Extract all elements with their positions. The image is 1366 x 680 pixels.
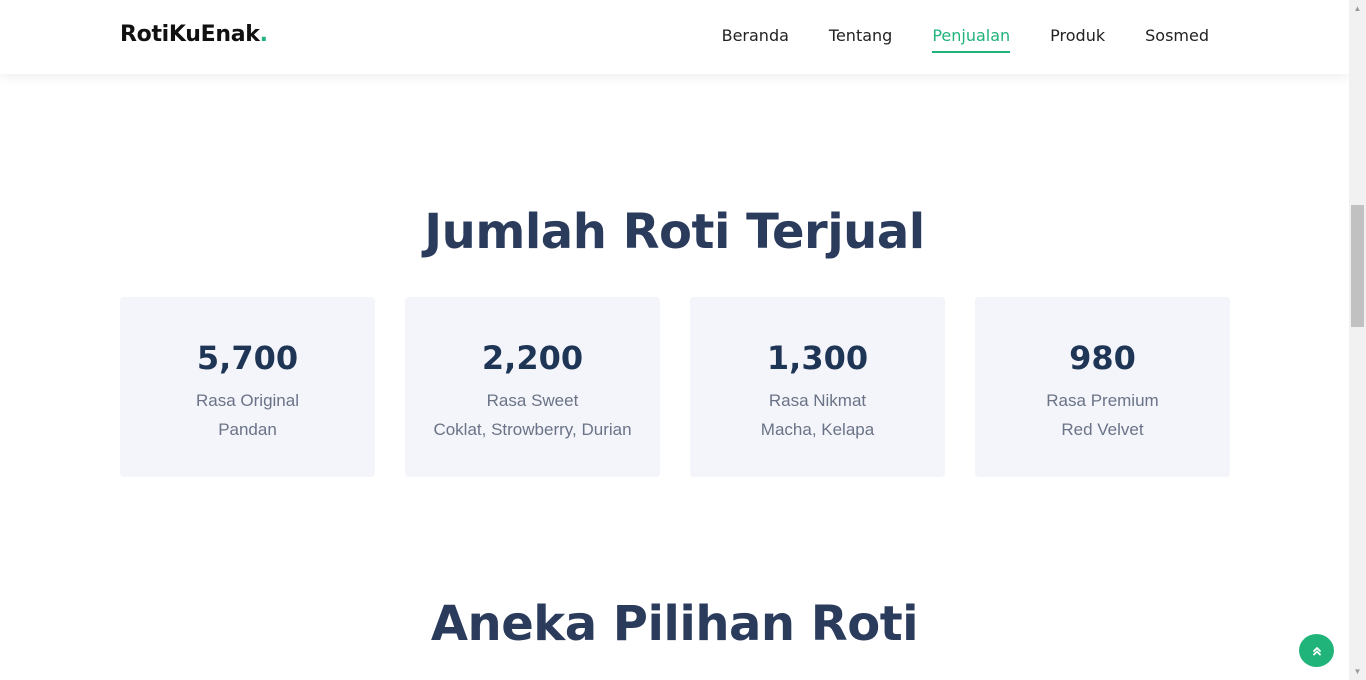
- main-nav: Beranda Tentang Penjualan Produk Sosmed: [722, 0, 1209, 74]
- sales-card: 1,300 Rasa Nikmat Macha, Kelapa: [690, 297, 945, 477]
- products-section-title: Aneka Pilihan Roti: [430, 596, 919, 652]
- nav-item-produk[interactable]: Produk: [1050, 22, 1105, 53]
- nav-item-sosmed[interactable]: Sosmed: [1145, 22, 1209, 53]
- sales-cards: 5,700 Rasa Original Pandan 2,200 Rasa Sw…: [120, 297, 1230, 477]
- double-chevron-up-icon: [1312, 646, 1321, 655]
- scroll-up-arrow-icon[interactable]: ▲: [1349, 0, 1366, 17]
- vertical-scrollbar[interactable]: ▲ ▼: [1349, 0, 1366, 680]
- nav-item-tentang[interactable]: Tentang: [829, 22, 892, 53]
- scroll-thumb[interactable]: [1351, 205, 1364, 327]
- sales-card: 980 Rasa Premium Red Velvet: [975, 297, 1230, 477]
- flavor-label: Rasa Original: [196, 391, 299, 410]
- sales-count: 1,300: [766, 339, 869, 377]
- sales-card: 2,200 Rasa Sweet Coklat, Strowberry, Dur…: [405, 297, 660, 477]
- scroll-down-arrow-icon[interactable]: ▼: [1349, 663, 1366, 680]
- flavor-label: Rasa Premium: [1046, 391, 1159, 410]
- sales-count: 980: [1069, 339, 1136, 377]
- sales-section-title: Jumlah Roti Terjual: [424, 204, 925, 260]
- back-to-top-button[interactable]: [1299, 634, 1334, 667]
- flavor-variants: Pandan: [218, 420, 277, 439]
- nav-item-penjualan[interactable]: Penjualan: [932, 22, 1011, 53]
- sales-count: 2,200: [481, 339, 584, 377]
- flavor-variants: Coklat, Strowberry, Durian: [433, 420, 632, 439]
- sales-card: 5,700 Rasa Original Pandan: [120, 297, 375, 477]
- page: RotiKuEnak. Beranda Tentang Penjualan Pr…: [0, 0, 1349, 680]
- flavor-variants: Red Velvet: [1061, 420, 1144, 439]
- flavor-label: Rasa Sweet: [486, 391, 579, 410]
- flavor-variants: Macha, Kelapa: [760, 420, 875, 439]
- sales-count: 5,700: [196, 339, 299, 377]
- flavor-label: Rasa Nikmat: [768, 391, 867, 410]
- logo-dot: .: [259, 22, 268, 47]
- top-navbar: RotiKuEnak. Beranda Tentang Penjualan Pr…: [0, 0, 1349, 74]
- logo-text: RotiKuEnak: [120, 22, 260, 47]
- site-logo[interactable]: RotiKuEnak.: [120, 22, 268, 47]
- nav-item-beranda[interactable]: Beranda: [722, 22, 789, 53]
